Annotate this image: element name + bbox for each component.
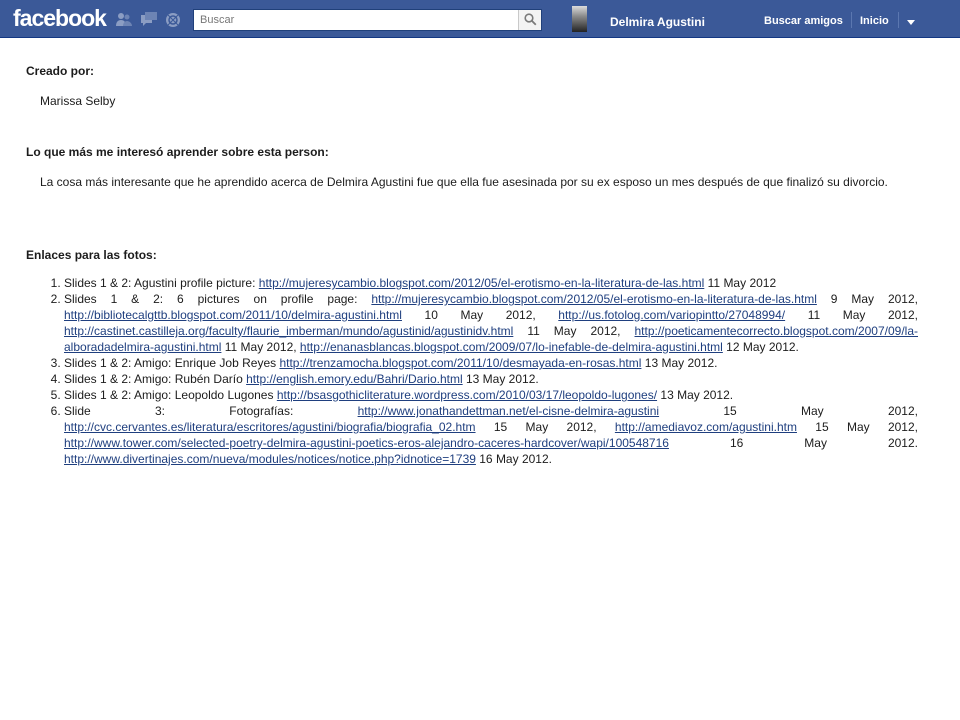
source-link[interactable]: http://enanasblancas.blogspot.com/2009/0…: [300, 340, 723, 354]
home-link[interactable]: Inicio: [860, 15, 889, 27]
item-text: 15 May 2012,: [659, 404, 918, 418]
item-text: 16 May 2012.: [475, 452, 552, 466]
find-friends-link[interactable]: Buscar amigos: [764, 15, 843, 27]
source-link[interactable]: http://mujeresycambio.blogspot.com/2012/…: [371, 292, 817, 306]
source-link[interactable]: http://trenzamocha.blogspot.com/2011/10/…: [279, 356, 641, 370]
item-text: 11 May 2012: [704, 276, 777, 290]
profile-name-link[interactable]: Delmira Agustini: [610, 15, 705, 29]
search-button[interactable]: [518, 10, 541, 30]
source-link[interactable]: http://bsasgothicliterature.wordpress.co…: [277, 388, 657, 402]
source-link[interactable]: http://castinet.castilleja.org/faculty/f…: [64, 324, 513, 338]
item-text: 13 May 2012.: [657, 388, 734, 402]
item-text: Slides 1 & 2: Agustini profile picture:: [64, 276, 259, 290]
item-text: 11 May 2012,: [513, 324, 635, 338]
avatar[interactable]: [572, 6, 587, 32]
list-item: Slides 1 & 2: Amigo: Enrique Job Reyes h…: [64, 355, 918, 371]
author-name: Marissa Selby: [40, 94, 116, 108]
source-link[interactable]: http://www.jonathandettman.net/el-cisne-…: [358, 404, 660, 418]
item-text: 15 May 2012,: [475, 420, 615, 434]
facebook-logo[interactable]: facebook: [13, 5, 107, 32]
friend-requests-icon[interactable]: [116, 12, 132, 26]
item-text: Slide 3: Fotografías:: [64, 404, 358, 418]
item-text: 9 May 2012,: [816, 292, 918, 306]
search-input[interactable]: [194, 10, 516, 30]
item-text: 12 May 2012.: [722, 340, 799, 354]
search-box: [193, 9, 542, 31]
created-by-heading: Creado por:: [26, 64, 95, 78]
source-link[interactable]: http://bibliotecalgttb.blogspot.com/2011…: [64, 308, 402, 322]
list-item: Slides 1 & 2: Amigo: Leopoldo Lugones ht…: [64, 387, 918, 403]
source-link[interactable]: http://amediavoz.com/agustini.htm: [615, 420, 797, 434]
list-item: Slides 1 & 2: Agustini profile picture: …: [64, 275, 918, 291]
chevron-down-icon[interactable]: [907, 20, 915, 25]
source-link[interactable]: http://cvc.cervantes.es/literatura/escri…: [64, 420, 476, 434]
list-item: Slides 1 & 2: 6 pictures on profile page…: [64, 291, 918, 355]
interest-text: La cosa más interesante que he aprendido…: [40, 175, 888, 189]
links-heading: Enlaces para las fotos:: [26, 248, 157, 262]
search-icon: [524, 13, 537, 26]
top-navigation-bar: facebook Delmira Agustini Buscar amigos …: [0, 0, 960, 38]
photo-links-list: Slides 1 & 2: Agustini profile picture: …: [26, 275, 918, 467]
item-text: 10 May 2012,: [401, 308, 559, 322]
item-text: 16 May 2012.: [668, 436, 918, 450]
interest-heading: Lo que más me interesó aprender sobre es…: [26, 145, 329, 159]
nav-divider: [898, 12, 899, 28]
source-link[interactable]: http://us.fotolog.com/variopintto/270489…: [558, 308, 785, 322]
item-text: Slides 1 & 2: Amigo: Leopoldo Lugones: [64, 388, 277, 402]
list-item: Slides 1 & 2: Amigo: Rubén Darío http://…: [64, 371, 918, 387]
notifications-icon[interactable]: [165, 12, 181, 27]
source-link[interactable]: http://english.emory.edu/Bahri/Dario.htm…: [246, 372, 463, 386]
source-link[interactable]: http://mujeresycambio.blogspot.com/2012/…: [259, 276, 705, 290]
item-text: 15 May 2012,: [796, 420, 918, 434]
messages-icon[interactable]: [141, 12, 157, 26]
item-text: 13 May 2012.: [462, 372, 539, 386]
item-text: 13 May 2012.: [641, 356, 718, 370]
source-link[interactable]: http://www.divertinajes.com/nueva/module…: [64, 452, 476, 466]
source-link[interactable]: http://www.tower.com/selected-poetry-del…: [64, 436, 669, 450]
item-text: Slides 1 & 2: Amigo: Rubén Darío: [64, 372, 247, 386]
item-text: 11 May 2012,: [785, 308, 918, 322]
list-item: Slide 3: Fotografías: http://www.jonatha…: [64, 403, 918, 467]
nav-divider: [851, 12, 852, 28]
item-text: 11 May 2012,: [221, 340, 300, 354]
item-text: Slides 1 & 2: 6 pictures on profile page…: [64, 292, 372, 306]
item-text: Slides 1 & 2: Amigo: Enrique Job Reyes: [64, 356, 280, 370]
